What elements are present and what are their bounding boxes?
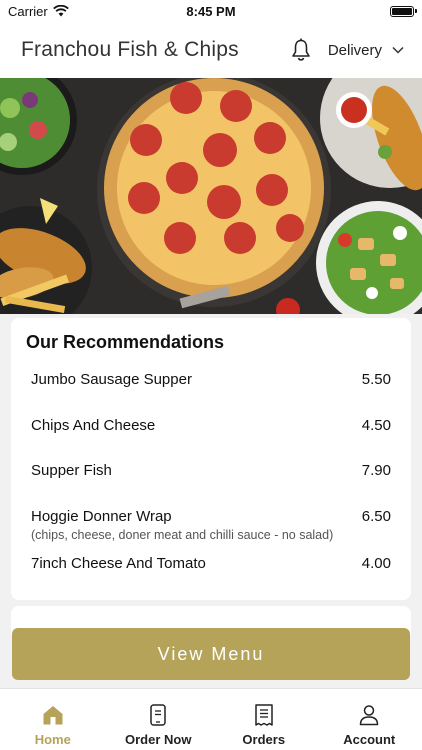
tab-order-now[interactable]: Order Now — [106, 689, 212, 750]
menu-item[interactable]: 7inch Cheese And Tomato 4.00 — [31, 555, 391, 572]
item-name: Jumbo Sausage Supper — [31, 371, 192, 388]
recommendations-card: Our Recommendations Jumbo Sausage Supper… — [11, 318, 411, 600]
status-right — [274, 5, 417, 17]
order-icon — [150, 704, 166, 726]
recommendations-title: Our Recommendations — [26, 332, 225, 352]
item-price: 4.50 — [361, 417, 391, 434]
app-header: Franchou Fish & Chips Delivery — [0, 22, 422, 78]
tab-label: Home — [34, 732, 71, 747]
home-icon — [43, 706, 63, 725]
wifi-icon — [52, 5, 69, 17]
view-menu-button[interactable]: View Menu — [12, 628, 410, 680]
item-name: Supper Fish — [31, 462, 112, 479]
item-price: 7.90 — [361, 462, 391, 479]
food-illustration — [0, 78, 422, 314]
item-price: 5.50 — [361, 371, 391, 388]
menu-item[interactable]: Hoggie Donner Wrap 6.50 — [31, 508, 391, 525]
menu-item[interactable]: Supper Fish 7.90 — [31, 462, 391, 479]
tab-label: Account — [343, 732, 396, 747]
item-description: (chips, cheese, doner meat and chilli sa… — [31, 528, 334, 542]
menu-item[interactable]: Chips And Cheese 4.50 — [31, 417, 391, 434]
item-name: 7inch Cheese And Tomato — [31, 555, 206, 572]
battery-icon — [390, 5, 417, 17]
tab-bar: Home Order Now Orders Account — [0, 688, 422, 750]
item-price: 6.50 — [361, 508, 391, 525]
menu-item[interactable]: Jumbo Sausage Supper 5.50 — [31, 371, 391, 388]
tab-label: Order Now — [125, 732, 192, 747]
item-price: 4.00 — [361, 555, 391, 572]
status-left: Carrier — [8, 4, 148, 19]
user-icon — [360, 705, 379, 726]
item-name: Chips And Cheese — [31, 417, 156, 434]
tab-account[interactable]: Account — [317, 689, 422, 750]
app-title: Franchou Fish & Chips — [21, 38, 239, 61]
delivery-selector[interactable]: Delivery — [328, 42, 404, 59]
bell-icon[interactable] — [288, 37, 314, 63]
item-name: Hoggie Donner Wrap — [31, 508, 172, 525]
delivery-label: Delivery — [327, 41, 382, 59]
chevron-down-icon — [392, 46, 404, 54]
hero-food-image — [0, 78, 422, 314]
carrier-label: Carrier — [8, 3, 48, 19]
status-time: 8:45 PM — [186, 3, 236, 19]
tab-label: Orders — [242, 732, 286, 747]
status-bar: Carrier 8:45 PM — [0, 0, 422, 22]
tab-home[interactable]: Home — [0, 689, 106, 750]
receipt-icon — [255, 704, 273, 726]
tab-orders[interactable]: Orders — [211, 689, 317, 750]
